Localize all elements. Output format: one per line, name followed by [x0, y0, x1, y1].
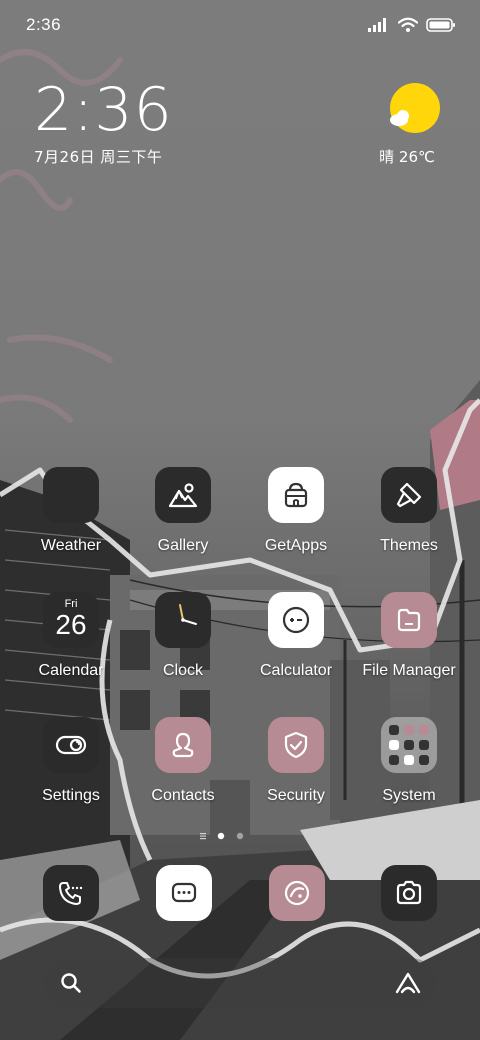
app-label: Weather — [40, 537, 102, 554]
person-icon — [155, 717, 211, 773]
page-indicator[interactable] — [200, 829, 280, 841]
sun-cloud-icon — [387, 82, 441, 136]
app-file-manager[interactable]: File Manager — [354, 592, 464, 680]
folder-grid-icon — [381, 717, 437, 773]
widget-time: 2:36 — [34, 75, 173, 145]
app-label: Clock — [162, 662, 203, 679]
app-settings[interactable]: Settings — [16, 717, 126, 805]
calendar-icon: Fri 26 — [43, 592, 99, 648]
search-icon[interactable] — [60, 972, 82, 994]
mountain-photo-icon — [155, 467, 211, 523]
app-label: Gallery — [157, 537, 209, 554]
status-time: 2:36 — [26, 15, 62, 34]
dock-messages[interactable] — [156, 865, 212, 921]
message-icon — [171, 882, 197, 903]
app-calendar[interactable]: Fri 26 Calendar — [16, 592, 126, 680]
shield-check-icon — [268, 717, 324, 773]
app-label: File Manager — [362, 662, 456, 679]
dock-phone[interactable] — [43, 865, 99, 921]
app-label: Calendar — [38, 662, 104, 679]
app-label: System — [382, 787, 436, 804]
weather-widget[interactable]: 晴 26℃ — [379, 82, 444, 167]
weather-icon — [43, 467, 99, 523]
folder-icon — [381, 592, 437, 648]
app-contacts[interactable]: Contacts — [128, 717, 238, 805]
home-list-icon — [200, 833, 206, 840]
shopping-bag-icon — [268, 467, 324, 523]
app-gallery[interactable]: Gallery — [128, 467, 238, 555]
app-system-folder[interactable]: System — [354, 717, 464, 805]
clock-icon — [155, 592, 211, 648]
status-bar: 2:36 — [0, 0, 480, 50]
app-getapps[interactable]: GetApps — [241, 467, 351, 555]
app-label: Settings — [42, 787, 100, 804]
wifi-icon — [398, 17, 418, 32]
clock-widget[interactable]: 2:36 7月26日 周三下午 — [34, 80, 173, 167]
app-clock[interactable]: Clock — [128, 592, 238, 680]
app-label: Themes — [380, 537, 438, 554]
calendar-day-name: Fri — [64, 597, 78, 610]
app-themes[interactable]: Themes — [354, 467, 464, 555]
calendar-day-number: 26 — [55, 608, 87, 640]
phone-icon — [59, 882, 83, 905]
browser-icon — [284, 880, 310, 906]
widget-date: 7月26日 周三下午 — [34, 148, 163, 166]
assistant-icon[interactable] — [394, 971, 422, 995]
status-icons — [368, 15, 456, 35]
search-bar[interactable] — [44, 958, 436, 1008]
app-label: GetApps — [264, 537, 328, 554]
camera-icon — [396, 880, 422, 905]
paintbrush-icon — [381, 467, 437, 523]
app-label: Contacts — [151, 787, 215, 804]
battery-icon — [426, 18, 455, 32]
weather-text: 晴 26℃ — [379, 148, 435, 166]
app-security[interactable]: Security — [241, 717, 351, 805]
dock-browser[interactable] — [269, 865, 325, 921]
dock-camera[interactable] — [381, 865, 437, 921]
app-calculator[interactable]: Calculator — [241, 592, 351, 680]
app-label: Security — [267, 787, 325, 804]
calculator-icon — [268, 592, 324, 648]
app-weather[interactable]: Weather — [16, 467, 126, 555]
app-label: Calculator — [259, 662, 333, 679]
toggle-icon — [43, 717, 99, 773]
signal-icon — [368, 18, 386, 32]
